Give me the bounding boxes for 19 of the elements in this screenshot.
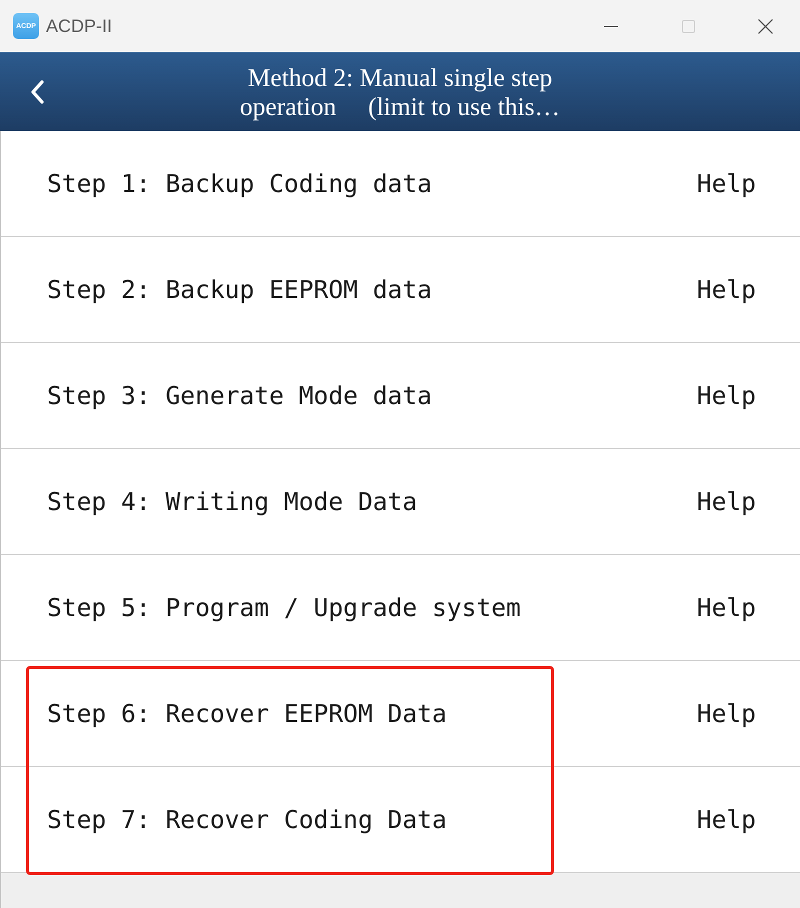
help-link[interactable]: Help bbox=[696, 593, 756, 622]
help-link[interactable]: Help bbox=[696, 381, 756, 410]
step-label: Step 4: Writing Mode Data bbox=[47, 487, 418, 516]
help-link[interactable]: Help bbox=[696, 805, 756, 834]
close-icon bbox=[758, 18, 772, 34]
help-link[interactable]: Help bbox=[696, 487, 756, 516]
step-label: Step 1: Backup Coding data bbox=[47, 169, 432, 198]
chevron-left-icon bbox=[30, 80, 44, 104]
window-title: ACDP-II bbox=[46, 16, 112, 36]
step-label: Step 5: Program / Upgrade system bbox=[47, 593, 521, 622]
help-link[interactable]: Help bbox=[696, 275, 756, 304]
help-link[interactable]: Help bbox=[696, 699, 756, 728]
step-label: Step 6: Recover EEPROM Data bbox=[47, 699, 447, 728]
step-label: Step 3: Generate Mode data bbox=[47, 381, 432, 410]
maximize-icon bbox=[682, 20, 694, 32]
page-title: Method 2: Manual single step operation (limit to use this… bbox=[240, 63, 560, 121]
help-link[interactable]: Help bbox=[696, 169, 756, 198]
step-label: Step 2: Backup EEPROM data bbox=[47, 275, 432, 304]
step-label: Step 7: Recover Coding Data bbox=[47, 805, 447, 834]
